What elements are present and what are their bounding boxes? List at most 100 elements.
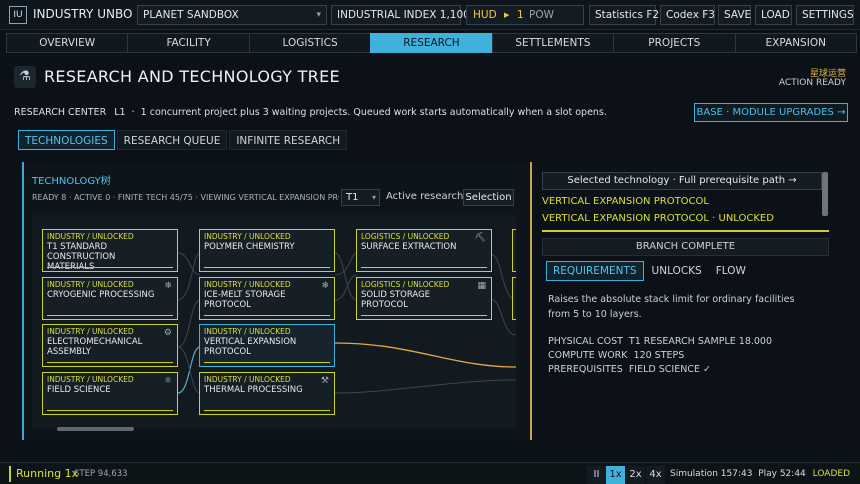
prerequisites-row: PREREQUISITES FIELD SCIENCE ✓ [548, 364, 711, 375]
tech-name: FIELD SCIENCE [47, 385, 111, 395]
tech-card-t1-standard-construction-materials[interactable]: INDUSTRY / UNLOCKED T1 STANDARD CONSTRUC… [42, 229, 178, 272]
tab-logistics[interactable]: LOGISTICS [248, 33, 372, 53]
tree-title: TECHNOLOGY树 [32, 176, 111, 187]
app-logo: IU [9, 6, 27, 24]
tree-horizontal-scrollbar[interactable] [57, 427, 134, 431]
research-icon: ⚗ [14, 66, 36, 88]
tech-name: CRYOGENIC PROCESSING [47, 290, 155, 300]
tech-card-polymer-chemistry[interactable]: INDUSTRY / UNLOCKED POLYMER CHEMISTRY [199, 229, 335, 272]
codex-button[interactable]: Codex F3 [660, 5, 715, 25]
hud-label: HUD [473, 9, 497, 21]
tech-name: POLYMER CHEMISTRY [204, 242, 295, 252]
hud-value: 1 [517, 9, 524, 21]
active-research-filter[interactable]: Active research [386, 191, 463, 202]
tech-card-solid-storage-protocol[interactable]: LOGISTICS / UNLOCKED SOLID STORAGE PROTO… [356, 277, 492, 320]
physical-cost-row: PHYSICAL COST T1 RESEARCH SAMPLE 18.000 [548, 336, 772, 347]
tech-name: THERMAL PROCESSING [204, 385, 303, 395]
tab-research[interactable]: RESEARCH [370, 33, 493, 53]
tech-card-offscreen[interactable] [512, 277, 516, 320]
row-value: T1 RESEARCH SAMPLE 18.000 [628, 336, 773, 347]
tech-card-electromechanical-assembly[interactable]: INDUSTRY / UNLOCKED ELECTROMECHANICAL AS… [42, 324, 178, 367]
tech-progress-bar [47, 266, 173, 268]
tab-unlocks[interactable]: UNLOCKS [646, 261, 708, 281]
snowflake-icon: ❄ [321, 281, 329, 291]
tech-progress-bar [361, 266, 487, 268]
tech-name: VERTICAL EXPANSION PROTOCOL [204, 337, 297, 357]
tech-card-ice-melt-storage-protocol[interactable]: INDUSTRY / UNLOCKED ICE-MELT STORAGE PRO… [199, 277, 335, 320]
industrial-index: INDUSTRIAL INDEX 1,100 [331, 5, 470, 25]
speed-2x-button[interactable]: 2x [626, 466, 645, 484]
tier-select[interactable]: T1 [341, 189, 380, 206]
tech-card-vertical-expansion-protocol[interactable]: INDUSTRY / UNLOCKED VERTICAL EXPANSION P… [199, 324, 335, 367]
tech-name: SURFACE EXTRACTION [361, 242, 457, 252]
selection-button[interactable]: Selection [463, 189, 514, 206]
selected-tech-header[interactable]: Selected technology · Full prerequisite … [542, 172, 822, 190]
tech-card-cryogenic-processing[interactable]: INDUSTRY / UNLOCKED CRYOGENIC PROCESSING… [42, 277, 178, 320]
speed-4x-button[interactable]: 4x [646, 466, 665, 484]
tab-projects[interactable]: PROJECTS [613, 33, 736, 53]
snowflake-icon: ❄ [164, 281, 172, 291]
tab-facility[interactable]: FACILITY [127, 33, 250, 53]
compute-work-row: COMPUTE WORK 120 STEPS [548, 350, 684, 361]
tech-progress-bar [204, 266, 330, 268]
tech-category: INDUSTRY / UNLOCKED [47, 327, 134, 336]
hammer-icon: ⚒ [320, 376, 329, 386]
hud-toggle[interactable]: HUD ▶ 1 POW [466, 5, 584, 25]
tab-overview[interactable]: OVERVIEW [6, 33, 129, 53]
speed-1x-button[interactable]: 1x [606, 466, 625, 484]
pause-button[interactable]: II [587, 466, 606, 484]
tech-name: SOLID STORAGE PROTOCOL [361, 290, 431, 310]
map-select-value: PLANET SANDBOX [143, 9, 239, 21]
tech-category: INDUSTRY / UNLOCKED [204, 375, 291, 384]
tech-progress-bar [204, 314, 330, 316]
tech-card-offscreen[interactable] [512, 229, 516, 272]
play-time: Play 52:44 [758, 469, 806, 479]
tab-requirements[interactable]: REQUIREMENTS [546, 261, 644, 281]
research-center-level: L1 [114, 107, 126, 118]
selected-tech-status: VERTICAL EXPANSION PROTOCOL · UNLOCKED [542, 213, 774, 224]
map-select[interactable]: PLANET SANDBOX [137, 5, 327, 25]
tier-value: T1 [346, 192, 359, 203]
tech-card-surface-extraction[interactable]: LOGISTICS / UNLOCKED SURFACE EXTRACTION … [356, 229, 492, 272]
step-counter: STEP 94,633 [74, 469, 128, 479]
tech-card-field-science[interactable]: INDUSTRY / UNLOCKED FIELD SCIENCE ⚛ [42, 372, 178, 415]
tech-tree-canvas[interactable]: INDUSTRY / UNLOCKED T1 STANDARD CONSTRUC… [32, 215, 516, 428]
play-icon: ▶ [504, 11, 510, 19]
selected-tech-name: VERTICAL EXPANSION PROTOCOL [542, 196, 709, 207]
tech-description: Raises the absolute stack limit for ordi… [548, 294, 795, 320]
tech-progress-bar [542, 230, 829, 232]
tech-name: ELECTROMECHANICAL ASSEMBLY [47, 337, 143, 357]
tech-card-thermal-processing[interactable]: INDUSTRY / UNLOCKED THERMAL PROCESSING ⚒ [199, 372, 335, 415]
load-button[interactable]: LOAD [755, 5, 792, 25]
tech-progress-bar [204, 409, 330, 411]
settings-button[interactable]: SETTINGS [796, 5, 854, 25]
simulation-time: Simulation 157:43 [670, 469, 753, 479]
tech-category: INDUSTRY / UNLOCKED [204, 280, 291, 289]
gear-icon: ⚙ [163, 328, 172, 338]
save-button[interactable]: SAVE [718, 5, 751, 25]
row-label: COMPUTE WORK [548, 350, 628, 361]
tech-progress-bar [47, 409, 173, 411]
tab-expansion[interactable]: EXPANSION [734, 33, 857, 53]
atom-icon: ⚛ [163, 376, 172, 386]
research-center-text: 1 concurrent project plus 3 waiting proj… [140, 107, 607, 118]
tech-progress-bar [47, 314, 173, 316]
row-value: FIELD SCIENCE ✓ [628, 364, 711, 375]
tab-infinite-research[interactable]: INFINITE RESEARCH [229, 130, 348, 150]
running-status: Running 1x [16, 467, 79, 480]
tab-research-queue[interactable]: RESEARCH QUEUE [116, 130, 228, 150]
separator-dot: · [131, 107, 135, 118]
time-readout: Simulation 157:43 Play 52:44 [670, 469, 806, 479]
tab-flow[interactable]: FLOW [710, 261, 752, 281]
app-title: INDUSTRY UNBOUND [33, 7, 133, 21]
module-upgrades-button[interactable]: BASE · MODULE UPGRADES → [694, 103, 848, 122]
tab-technologies[interactable]: TECHNOLOGIES [18, 130, 115, 150]
statistics-button[interactable]: Statistics F2 [589, 5, 659, 25]
hud-pow: POW [529, 9, 554, 21]
row-value: 120 STEPS [633, 350, 685, 361]
row-label: PHYSICAL COST [548, 336, 623, 347]
detail-scrollbar[interactable] [822, 172, 828, 216]
tab-settlements[interactable]: SETTLEMENTS [491, 33, 615, 53]
tech-progress-bar [204, 361, 330, 363]
tech-category: INDUSTRY / UNLOCKED [47, 375, 134, 384]
